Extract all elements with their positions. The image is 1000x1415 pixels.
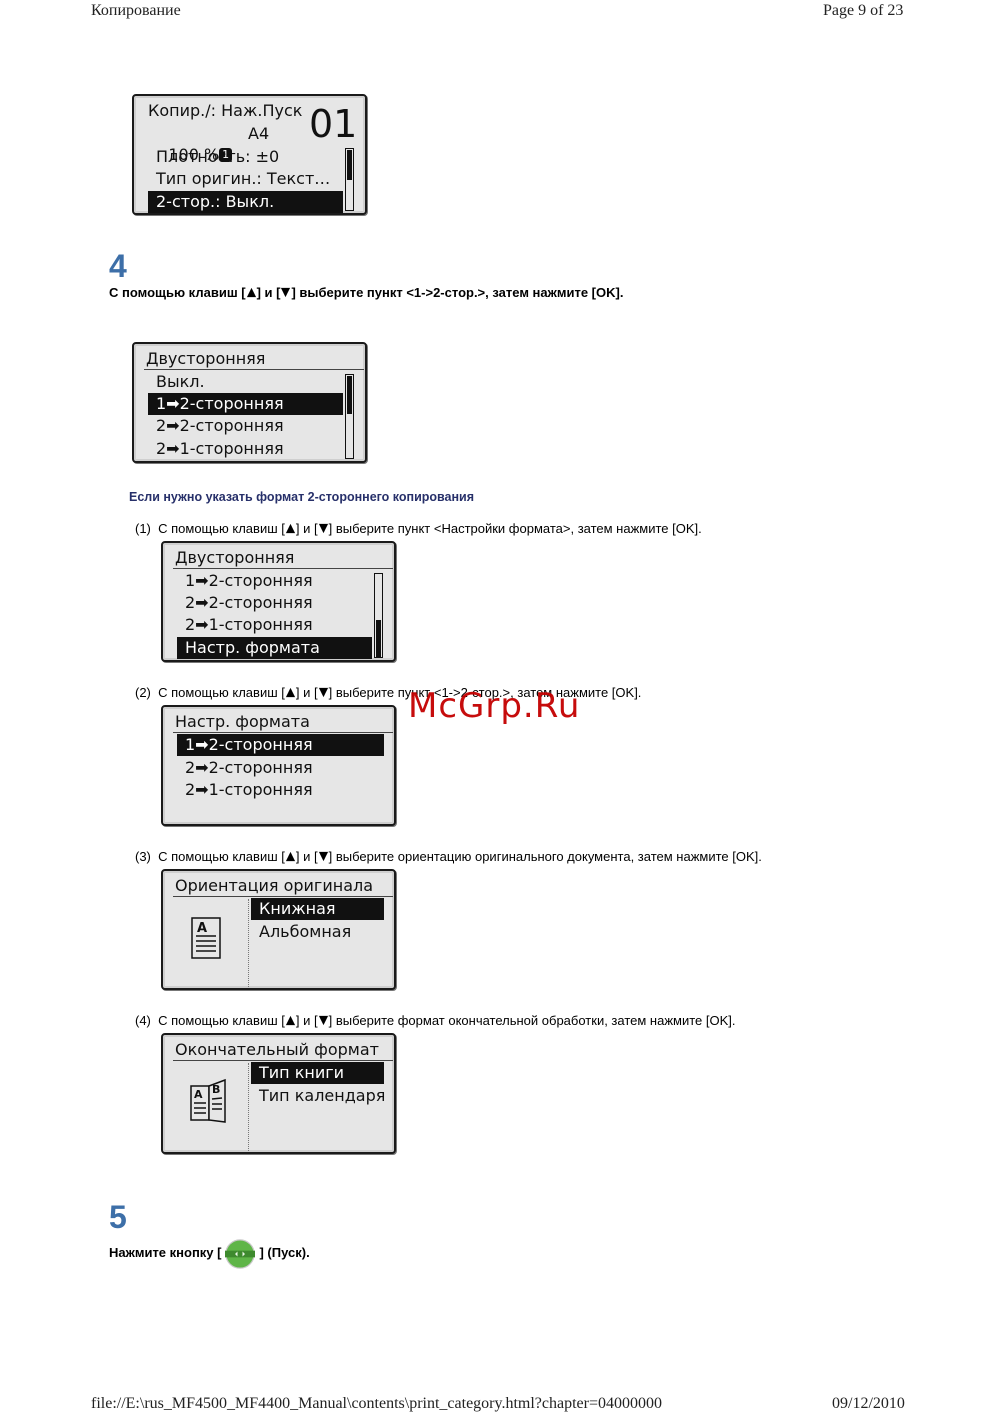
step-4-text-pre: С помощью клавиш [ <box>109 285 246 300</box>
substep-2-text-pre: С помощью клавиш [ <box>158 685 285 700</box>
lcd-original-orientation-screen: Ориентация оригинала A Книжная Альбомная <box>161 869 396 990</box>
lcd-item-2-2: 2➡2-сторонняя <box>185 593 313 612</box>
substep-3-instruction: (3) С помощью клавиш [ ] и [ ] выберите ор… <box>135 849 762 864</box>
lcd-format-settings-screen: Настр. формата 1➡2-сторонняя 2➡2-сторонн… <box>161 705 396 826</box>
substep-2-number: (2) <box>135 685 151 700</box>
substep-3-number: (3) <box>135 849 151 864</box>
substep-2-text-mid: ] и [ <box>295 685 318 700</box>
up-arrow-key-icon <box>285 523 295 534</box>
lcd-item-book-type: Тип книги <box>251 1062 384 1084</box>
lcd-item-2-1: 2➡1-сторонняя <box>185 780 313 799</box>
step-number-5: 5 <box>109 1199 127 1235</box>
lcd-title: Настр. формата <box>175 712 310 731</box>
lcd-duplex-screen: Двусторонняя Выкл. 1➡2-сторонняя 2➡2-сто… <box>132 342 367 463</box>
book-type-icon: A B <box>190 1078 226 1123</box>
down-arrow-key-icon <box>318 1015 328 1026</box>
svg-text:A: A <box>194 1088 203 1101</box>
step-4-text-post: ] выберите пункт <1->2-стор.>, затем наж… <box>291 285 624 300</box>
down-arrow-key-icon <box>318 523 328 534</box>
substep-4-text-post: ] выберите формат окончательной обработк… <box>328 1013 736 1028</box>
lcd-item-2-2: 2➡2-сторонняя <box>156 416 284 435</box>
lcd-paper-size: A4 <box>248 124 270 143</box>
down-arrow-key-icon <box>318 687 328 698</box>
lcd-item-1-2: 1➡2-сторонняя <box>185 571 313 590</box>
footer-file-path: file://E:\rus_MF4500_MF4400_Manual\conte… <box>91 1395 663 1412</box>
header-title: Копирование <box>91 2 181 19</box>
lcd-copy-main-screen: Копир./: Наж.Пуск 100 % 1 A4 01 Плотность… <box>132 94 367 215</box>
lcd-title: Двусторонняя <box>175 548 295 567</box>
substep-1-instruction: (1) С помощью клавиш [ ] и [ ] выберите пу… <box>135 521 702 536</box>
step-5-instruction: Нажмите кнопку [ ] (Пуск). <box>109 1236 310 1270</box>
down-arrow-key-icon <box>281 287 291 298</box>
lcd-item-2sided: 2-стор.: Выкл. <box>148 191 343 213</box>
substep-3-text-post: ] выберите ориентацию оригинального доку… <box>328 849 762 864</box>
lcd-title: Ориентация оригинала <box>175 876 374 895</box>
up-arrow-key-icon <box>285 1015 295 1026</box>
step-number-4: 4 <box>109 248 127 284</box>
lcd-item-1-2: 1➡2-сторонняя <box>148 393 343 415</box>
step-5-text-pre: Нажмите кнопку [ <box>109 1245 222 1260</box>
lcd-copy-status: Копир./: Наж.Пуск <box>148 101 303 120</box>
footer-date: 09/12/2010 <box>832 1395 905 1412</box>
substep-4-instruction: (4) С помощью клавиш [ ] и [ ] выберите фо… <box>135 1013 736 1028</box>
step-4-text-mid: ] и [ <box>256 285 281 300</box>
svg-text:A: A <box>197 921 207 936</box>
lcd-item-off: Выкл. <box>156 372 205 391</box>
lcd-finishing-format-screen: Окончательный формат A B Тип книги Тип к… <box>161 1033 396 1154</box>
lcd-scrollbar <box>374 573 383 658</box>
substep-1-text-mid: ] и [ <box>295 521 318 536</box>
substep-1-text-pre: С помощью клавиш [ <box>158 521 285 536</box>
up-arrow-key-icon <box>246 287 256 298</box>
substep-3-text-mid: ] и [ <box>295 849 318 864</box>
lcd-item-calendar-type: Тип календаря <box>259 1086 386 1105</box>
up-arrow-key-icon <box>285 851 295 862</box>
substep-1-number: (1) <box>135 521 151 536</box>
subheading-2sided-format: Если нужно указать формат 2-стороннего к… <box>129 490 475 504</box>
svg-text:B: B <box>212 1083 220 1096</box>
up-arrow-key-icon <box>285 687 295 698</box>
portrait-document-icon: A <box>191 917 221 959</box>
lcd-title: Двусторонняя <box>146 349 266 368</box>
substep-3-text-pre: С помощью клавиш [ <box>158 849 285 864</box>
lcd-item-2-1: 2➡1-сторонняя <box>156 439 284 458</box>
substep-4-number: (4) <box>135 1013 151 1028</box>
lcd-scrollbar <box>345 148 354 211</box>
start-button-icon <box>225 1238 256 1269</box>
down-arrow-key-icon <box>318 851 328 862</box>
lcd-title: Окончательный формат <box>175 1040 379 1059</box>
lcd-scrollbar <box>345 374 354 459</box>
page-indicator: Page 9 of 23 <box>823 2 904 19</box>
lcd-item-2-1: 2➡1-сторонняя <box>185 615 313 634</box>
watermark-logo: McGrp.Ru <box>408 686 581 726</box>
lcd-duplex-format-menu: Двусторонняя 1➡2-сторонняя 2➡2-сторонняя… <box>161 541 396 662</box>
step-4-instruction: С помощью клавиш [ ] и [ ] выберите пункт … <box>109 285 623 300</box>
lcd-item-original-type: Тип оригин.: Текст… <box>156 169 331 188</box>
lcd-item-portrait: Книжная <box>251 898 384 920</box>
substep-4-text-mid: ] и [ <box>295 1013 318 1028</box>
lcd-item-1-2: 1➡2-сторонняя <box>177 734 384 756</box>
lcd-item-2-2: 2➡2-сторонняя <box>185 758 313 777</box>
lcd-item-format-settings: Настр. формата <box>177 637 372 659</box>
substep-4-text-pre: С помощью клавиш [ <box>158 1013 285 1028</box>
lcd-copy-count: 01 <box>309 102 358 146</box>
step-5-text-post: ] (Пуск). <box>259 1245 310 1260</box>
lcd-item-landscape: Альбомная <box>259 922 352 941</box>
substep-1-text-post: ] выберите пункт <Настройки формата>, за… <box>328 521 702 536</box>
lcd-item-density: Плотность: ±0 <box>156 147 280 166</box>
